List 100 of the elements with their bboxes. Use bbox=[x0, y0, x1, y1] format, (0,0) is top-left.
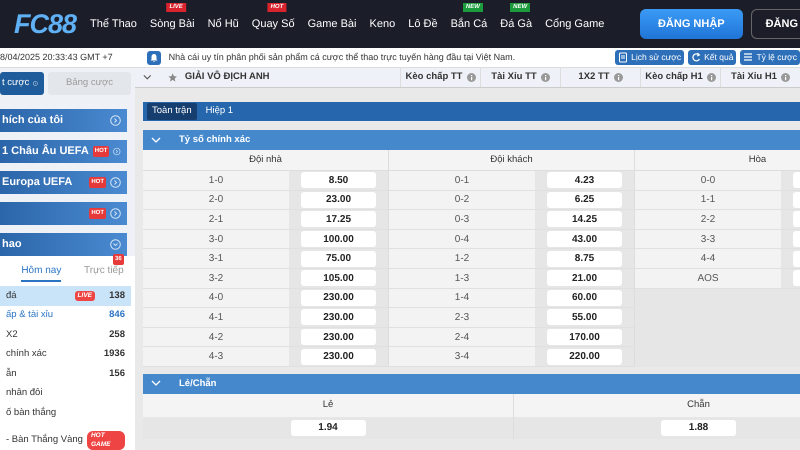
odds-button[interactable]: 105.00 bbox=[301, 270, 376, 286]
score-label: 3-1 bbox=[208, 252, 224, 266]
market-title: Lẻ/Chẵn bbox=[179, 376, 216, 391]
tab[interactable]: t cược bbox=[0, 72, 44, 95]
odds-button[interactable]: 220.00 bbox=[547, 348, 622, 365]
league-row[interactable]: hao bbox=[0, 233, 127, 256]
nav-link[interactable]: Bắn Cá bbox=[450, 18, 488, 30]
sport-item[interactable]: X2 258 bbox=[0, 325, 131, 344]
score-label: 4-1 bbox=[208, 310, 224, 325]
info-icon bbox=[614, 73, 623, 82]
date-time: 8/04/2025 20:33:43 GMT +7 bbox=[0, 50, 113, 64]
sport-item[interactable]: chính xác 1936 bbox=[0, 344, 131, 364]
column-header: Tài Xỉu H1 bbox=[720, 68, 800, 87]
tab[interactable]: Hiệp 1 bbox=[200, 103, 238, 120]
nav-link[interactable]: Nổ Hũ bbox=[208, 18, 239, 30]
chevron-right-circle-icon bbox=[33, 78, 38, 89]
score-label: 2-2 bbox=[700, 212, 716, 227]
league-name: hích của tôi bbox=[2, 113, 64, 128]
odds-button[interactable]: 23.00 bbox=[301, 192, 376, 208]
chevron-right-circle-icon bbox=[110, 177, 121, 188]
score-label: 1-4 bbox=[454, 291, 470, 306]
odds-button[interactable]: 14.25 bbox=[547, 211, 622, 228]
score-label: 0-0 bbox=[700, 174, 716, 188]
toolbar-button[interactable]: Tỷ lệ cược bbox=[740, 50, 800, 65]
info-icon bbox=[706, 73, 716, 82]
market-title: Tỷ số chính xác bbox=[179, 132, 250, 147]
nav-link[interactable]: Keno bbox=[370, 18, 396, 30]
odds-button[interactable]: 21.00 bbox=[547, 270, 622, 286]
score-label: 1-0 bbox=[208, 174, 224, 188]
nav-link[interactable]: Thể Thao bbox=[90, 18, 137, 30]
league-name: 1 Châu Âu UEFA bbox=[2, 143, 89, 160]
score-label: 4-3 bbox=[208, 350, 224, 364]
league-row[interactable]: hích của tôi bbox=[0, 109, 127, 132]
star-icon bbox=[168, 72, 177, 83]
chevron-right-circle-icon bbox=[113, 146, 121, 157]
logo[interactable]: FC88 bbox=[14, 10, 76, 38]
clipboard-icon bbox=[618, 52, 628, 63]
score-label: 1-2 bbox=[454, 252, 470, 266]
chevron-down-icon bbox=[151, 136, 161, 144]
nav-link[interactable]: Cổng Game bbox=[545, 18, 604, 30]
column-header: Đội nhà bbox=[249, 152, 282, 167]
toolbar-button[interactable]: Lịch sử cược bbox=[615, 50, 684, 65]
nav-link[interactable]: Lô Đề bbox=[408, 18, 438, 30]
register-button[interactable]: ĐĂNG bbox=[750, 9, 800, 39]
score-label: 4-0 bbox=[208, 291, 224, 306]
odds-button[interactable]: 60.00 bbox=[547, 290, 622, 306]
score-label: 3-2 bbox=[208, 272, 224, 286]
column-header: Đội khách bbox=[490, 152, 533, 167]
option-label: Chẵn bbox=[687, 398, 710, 412]
score-label: 2-0 bbox=[208, 193, 224, 208]
league-name: hao bbox=[2, 237, 23, 252]
ticker-message: Nhà cái uy tín phân phối sản phẩm cá cược thể thao trực tuyến hàng đầu tại Việt Nam. bbox=[168, 50, 516, 64]
score-label: 4-4 bbox=[700, 252, 716, 266]
score-label: 3-4 bbox=[454, 350, 470, 364]
odds-button[interactable]: 100.00 bbox=[301, 231, 376, 248]
odds-button[interactable]: 4.23 bbox=[547, 172, 622, 188]
odds-button[interactable]: 1.94 bbox=[290, 420, 366, 436]
score-label: 4-2 bbox=[208, 330, 224, 345]
odds-button[interactable]: 230.00 bbox=[301, 309, 376, 326]
score-label: 2-1 bbox=[208, 212, 224, 227]
odds-button[interactable]: 230.00 bbox=[301, 348, 376, 365]
odds-button[interactable]: 8.50 bbox=[301, 172, 376, 188]
nav-link[interactable]: Game Bài bbox=[308, 18, 356, 30]
sport-item[interactable]: nhân đôi bbox=[0, 384, 131, 403]
score-label: 2-3 bbox=[454, 310, 470, 325]
score-label: AOS bbox=[697, 272, 719, 286]
nav-link[interactable]: Quay Số bbox=[252, 18, 295, 30]
info-icon bbox=[466, 73, 476, 82]
odds-button[interactable]: 55.00 bbox=[547, 309, 622, 326]
odds-button[interactable]: 8.75 bbox=[547, 250, 622, 267]
score-label: 0-2 bbox=[454, 193, 470, 208]
odds-button[interactable]: 230.00 bbox=[301, 290, 376, 306]
sport-item[interactable]: ấp & tài xỉu 846 bbox=[0, 306, 131, 325]
odds-button[interactable]: 1.88 bbox=[661, 420, 736, 436]
score-label: 2-4 bbox=[454, 330, 470, 345]
odds-button[interactable]: 230.00 bbox=[301, 329, 376, 346]
nav-link[interactable]: Sòng Bài bbox=[150, 18, 195, 30]
score-label: 1-3 bbox=[454, 272, 470, 286]
column-header: Kèo chấp H1 bbox=[640, 68, 720, 87]
chevron-down-circle-icon bbox=[110, 239, 121, 250]
market-header[interactable]: Lẻ/Chẵn bbox=[143, 374, 800, 394]
option-label: Lẻ bbox=[322, 398, 334, 412]
odds-button[interactable]: 43.00 bbox=[547, 231, 622, 248]
chevron-right-circle-icon bbox=[110, 115, 121, 126]
odds-button[interactable]: 75.00 bbox=[301, 250, 376, 267]
market-header[interactable]: Tỷ số chính xác bbox=[143, 130, 800, 150]
login-button[interactable]: ĐĂNG NHẬP bbox=[640, 9, 743, 39]
sport-item[interactable]: ẫn 156 bbox=[0, 364, 131, 384]
score-label: 0-1 bbox=[454, 174, 470, 188]
nav-link[interactable]: Đá Gà bbox=[500, 18, 532, 30]
chevron-down-icon bbox=[143, 74, 152, 81]
odds-button[interactable]: 6.25 bbox=[547, 192, 622, 208]
toolbar-button[interactable]: Kết quả bbox=[688, 50, 736, 65]
sport-item[interactable]: ố bàn thắng bbox=[0, 403, 131, 422]
odds-button[interactable]: 17.25 bbox=[301, 211, 376, 228]
column-header: Tài Xỉu TT bbox=[480, 68, 560, 87]
score-label: 0-4 bbox=[454, 232, 470, 247]
score-label: 1-1 bbox=[700, 193, 716, 208]
tab[interactable]: Toàn trận bbox=[147, 103, 197, 120]
odds-button[interactable]: 170.00 bbox=[547, 329, 622, 346]
